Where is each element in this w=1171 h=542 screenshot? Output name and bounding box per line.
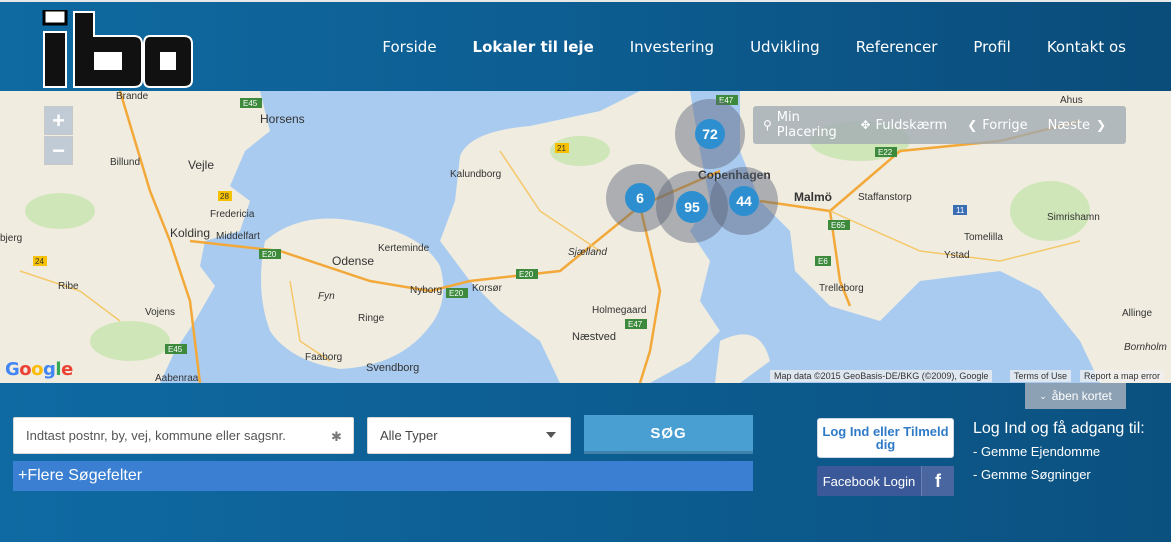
chevron-left-icon: ❮ (967, 118, 978, 132)
map-toolbar: ⚲ Min Placering ✥ Fuldskærm ❮ Forrige Næ… (753, 106, 1126, 144)
svg-text:E47: E47 (628, 320, 643, 329)
benefit-save-searches: - Gemme Søgninger (973, 467, 1091, 482)
report-map-error-link[interactable]: Report a map error (1080, 370, 1165, 382)
facebook-icon: f (921, 466, 954, 496)
svg-text:Aabenraa: Aabenraa (155, 373, 199, 383)
more-search-fields-toggle[interactable]: +Flere Søgefelter (13, 461, 753, 491)
svg-text:E45: E45 (243, 99, 258, 108)
nav-profil[interactable]: Profil (973, 38, 1010, 56)
svg-text:Holmegaard: Holmegaard (592, 305, 646, 316)
map-cluster[interactable]: 72 (675, 99, 745, 169)
svg-text:Malmö: Malmö (794, 190, 832, 204)
svg-text:Horsens: Horsens (260, 112, 305, 126)
nav-udvikling[interactable]: Udvikling (750, 38, 820, 56)
svg-text:E65: E65 (831, 221, 846, 230)
main-nav: Forside Lokaler til leje Investering Udv… (346, 38, 1126, 56)
next-button[interactable]: Næste ❯ (1048, 118, 1106, 133)
facebook-login-button[interactable]: Facebook Login f (817, 466, 954, 496)
benefit-save-properties: - Gemme Ejendomme (973, 444, 1101, 459)
type-select[interactable]: Alle Typer (367, 417, 571, 454)
svg-text:Kerteminde: Kerteminde (378, 243, 430, 254)
login-benefits-title: Log Ind og få adgang til: (973, 420, 1145, 437)
terms-of-use-link[interactable]: Terms of Use (1010, 370, 1072, 382)
previous-button[interactable]: ❮ Forrige (967, 118, 1027, 133)
map-attribution: Map data ©2015 GeoBasis-DE/BKG (©2009), … (770, 370, 993, 382)
nav-lokaler-til-leje[interactable]: Lokaler til leje (473, 38, 594, 56)
nav-forside[interactable]: Forside (382, 38, 436, 56)
login-button[interactable]: Log Ind eller Tilmeld dig (817, 418, 954, 458)
svg-text:Ribe: Ribe (58, 281, 79, 292)
fullscreen-button[interactable]: ✥ Fuldskærm (860, 118, 947, 133)
svg-text:Ringe: Ringe (358, 313, 385, 324)
zoom-out-button[interactable]: − (44, 136, 73, 165)
svg-text:bjerg: bjerg (0, 233, 22, 244)
svg-text:Fyn: Fyn (318, 291, 335, 302)
svg-text:E45: E45 (168, 345, 183, 354)
chevron-down-icon: ⌄ (1039, 390, 1047, 401)
svg-text:Svendborg: Svendborg (366, 362, 419, 374)
svg-text:Korsør: Korsør (472, 283, 503, 294)
svg-text:Staffanstorp: Staffanstorp (858, 192, 912, 203)
map-cluster[interactable]: 95 (656, 171, 728, 243)
svg-text:Fredericia: Fredericia (210, 209, 255, 220)
svg-text:Brande: Brande (116, 91, 149, 102)
my-location-button[interactable]: ⚲ Min Placering (763, 110, 840, 140)
svg-text:Næstved: Næstved (572, 331, 616, 343)
svg-text:Vejle: Vejle (188, 158, 214, 172)
svg-text:Allinge: Allinge (1122, 308, 1152, 319)
svg-text:28: 28 (220, 192, 229, 201)
toggle-map-button[interactable]: ⌄ åben kortet (1025, 383, 1126, 409)
svg-text:Sjælland: Sjælland (568, 247, 607, 258)
svg-text:E20: E20 (262, 250, 277, 259)
google-logo[interactable]: Google (5, 359, 73, 380)
svg-text:E6: E6 (818, 257, 828, 266)
ibo-logo[interactable] (42, 8, 194, 90)
search-placeholder: Indtast postnr, by, vej, kommune eller s… (26, 428, 286, 443)
svg-text:Odense: Odense (332, 254, 374, 268)
svg-text:Faaborg: Faaborg (305, 352, 342, 363)
svg-text:Vojens: Vojens (145, 307, 175, 318)
svg-text:E22: E22 (878, 148, 893, 157)
location-marker-icon[interactable]: ✱ (331, 429, 345, 444)
caret-down-icon (546, 432, 556, 438)
svg-text:11: 11 (956, 206, 965, 215)
svg-text:Tomelilla: Tomelilla (964, 232, 1003, 243)
cluster-count: 44 (729, 186, 759, 216)
expand-icon: ✥ (860, 118, 871, 132)
svg-text:Trelleborg: Trelleborg (819, 283, 864, 294)
nav-kontakt-os[interactable]: Kontakt os (1047, 38, 1126, 56)
search-button[interactable]: SØG (584, 415, 753, 454)
svg-text:Nyborg: Nyborg (410, 285, 442, 296)
cluster-count: 6 (625, 183, 655, 213)
svg-text:Simrishamn: Simrishamn (1047, 212, 1100, 223)
site-header: Forside Lokaler til leje Investering Udv… (0, 0, 1171, 91)
cluster-count: 72 (695, 119, 725, 149)
svg-text:E20: E20 (519, 270, 534, 279)
svg-text:21: 21 (557, 144, 566, 153)
svg-text:Middelfart: Middelfart (216, 231, 260, 242)
search-input[interactable]: Indtast postnr, by, vej, kommune eller s… (13, 417, 354, 454)
svg-text:E20: E20 (449, 289, 464, 298)
svg-text:Ahus: Ahus (1060, 95, 1083, 106)
svg-text:Kolding: Kolding (170, 226, 210, 240)
nav-referencer[interactable]: Referencer (856, 38, 938, 56)
svg-text:Ystad: Ystad (944, 250, 970, 261)
map-view[interactable]: Brande Horsens Billund Vejle Fredericia … (0, 91, 1171, 383)
zoom-in-button[interactable]: + (44, 106, 73, 135)
svg-text:Billund: Billund (110, 157, 140, 168)
nav-investering[interactable]: Investering (630, 38, 714, 56)
location-pin-icon: ⚲ (763, 118, 772, 132)
chevron-right-icon: ❯ (1095, 118, 1106, 132)
svg-text:Kalundborg: Kalundborg (450, 169, 501, 180)
svg-text:Bornholm: Bornholm (1124, 342, 1167, 353)
type-select-value: Alle Typer (380, 428, 438, 443)
cluster-count: 95 (676, 191, 708, 223)
svg-text:24: 24 (35, 257, 44, 266)
